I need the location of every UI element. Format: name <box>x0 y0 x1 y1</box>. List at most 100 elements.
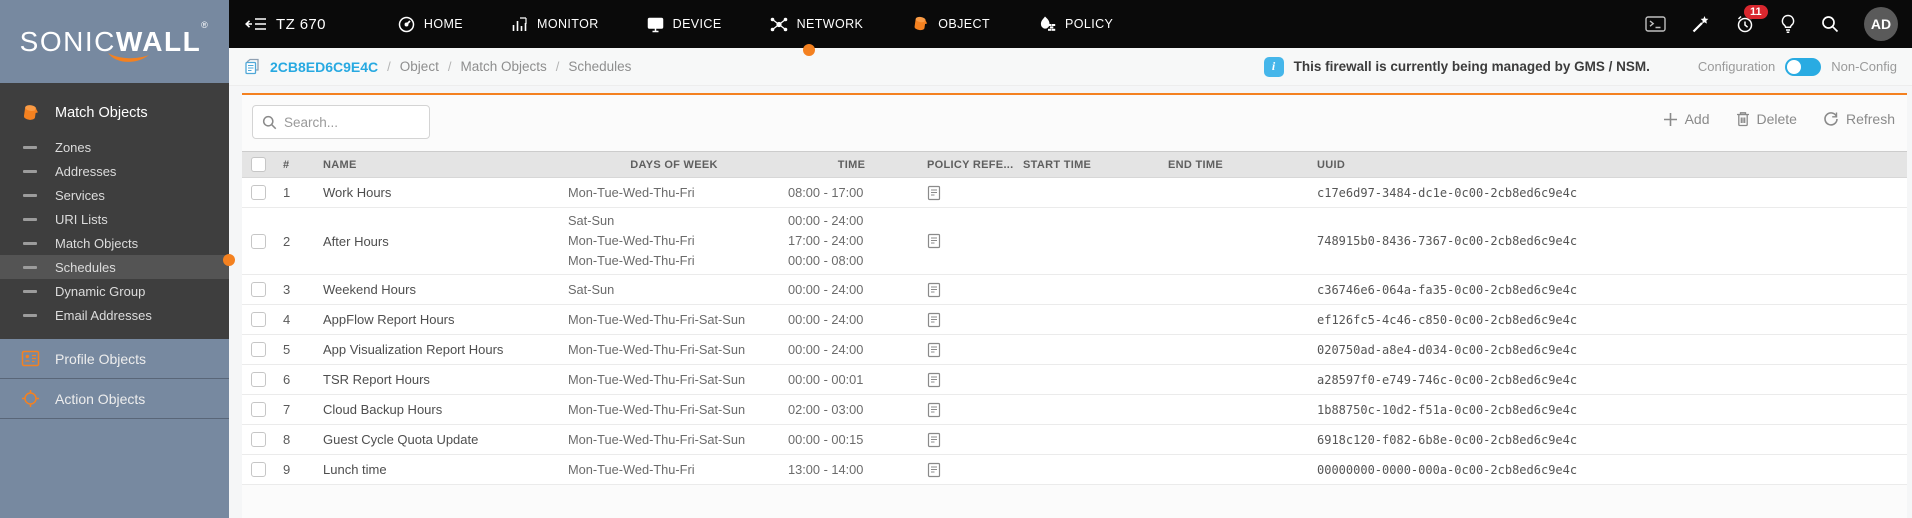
dash-icon <box>23 241 37 245</box>
table-row[interactable]: 9 Lunch time Mon-Tue-Wed-Thu-Fri 13:00 -… <box>242 455 1907 485</box>
magic-wand-icon <box>1692 16 1709 33</box>
sidebar-section-profile-objects[interactable]: Profile Objects <box>0 339 229 379</box>
row-checkbox[interactable] <box>251 402 266 417</box>
table-row[interactable]: 5 App Visualization Report Hours Mon-Tue… <box>242 335 1907 365</box>
nav-home[interactable]: HOME <box>398 15 463 33</box>
notification-badge: 11 <box>1744 5 1768 19</box>
schedule-days: Sat-Sun <box>568 281 615 297</box>
policy-reference-icon[interactable] <box>927 312 941 328</box>
nav-policy[interactable]: POLICY <box>1038 15 1113 33</box>
schedule-time: 13:00 - 14:00 <box>788 461 864 477</box>
column-header-num[interactable]: # <box>278 159 315 171</box>
sidebar-item-label: Services <box>55 187 105 203</box>
sidebar-section-action-objects[interactable]: Action Objects <box>0 379 229 419</box>
table-row[interactable]: 6 TSR Report Hours Mon-Tue-Wed-Thu-Fri-S… <box>242 365 1907 395</box>
dash-icon <box>23 193 37 197</box>
nav-object[interactable]: OBJECT <box>911 15 990 33</box>
firewall-device-icon <box>245 58 259 75</box>
nav-device[interactable]: DEVICE <box>647 15 722 33</box>
row-checkbox[interactable] <box>251 185 266 200</box>
column-header-days[interactable]: DAYS OF WEEK <box>560 159 780 171</box>
sidebar-item-label: URI Lists <box>55 211 108 227</box>
table-toolbar: Add Delete Refresh <box>242 95 1907 151</box>
search-button[interactable] <box>1821 15 1839 33</box>
column-header-start-time[interactable]: START TIME <box>1015 159 1160 171</box>
policy-reference-icon[interactable] <box>927 185 941 201</box>
sidebar-item-label: Zones <box>55 139 92 155</box>
terminal-button[interactable] <box>1645 16 1666 32</box>
breadcrumb-device[interactable]: 2CB8ED6C9E4C <box>270 59 378 75</box>
table-row[interactable]: 3 Weekend Hours Sat-Sun 00:00 - 24:00 c3… <box>242 275 1907 305</box>
policy-reference-icon[interactable] <box>927 432 941 448</box>
policy-reference-icon[interactable] <box>927 282 941 298</box>
schedule-time: 00:00 - 00:15 <box>788 431 864 447</box>
table-row[interactable]: 1 Work Hours Mon-Tue-Wed-Thu-Fri 08:00 -… <box>242 178 1907 208</box>
column-header-end-time[interactable]: END TIME <box>1160 159 1305 171</box>
row-checkbox[interactable] <box>251 462 266 477</box>
table-row[interactable]: 4 AppFlow Report Hours Mon-Tue-Wed-Thu-F… <box>242 305 1907 335</box>
row-checkbox[interactable] <box>251 432 266 447</box>
device-model-label[interactable]: TZ 670 <box>276 16 326 33</box>
policy-reference-icon[interactable] <box>927 233 941 249</box>
table-row[interactable]: 2 After Hours Sat-Sun Mon-Tue-Wed-Thu-Fri… <box>242 208 1907 275</box>
table-row[interactable]: 7 Cloud Backup Hours Mon-Tue-Wed-Thu-Fri… <box>242 395 1907 425</box>
sidebar-item-zones[interactable]: Zones <box>0 135 229 159</box>
refresh-button[interactable]: Refresh <box>1823 111 1895 127</box>
row-number: 5 <box>283 342 291 357</box>
search-input[interactable] <box>284 114 414 130</box>
nav-monitor[interactable]: MONITOR <box>511 15 599 33</box>
schedule-uuid: 00000000-0000-000a-0c00-2cb8ed6c9e4c <box>1317 462 1578 477</box>
select-all-checkbox[interactable] <box>251 157 266 172</box>
row-checkbox[interactable] <box>251 233 266 249</box>
breadcrumb-segment-match-objects[interactable]: Match Objects <box>460 59 546 74</box>
add-button-label: Add <box>1684 111 1710 127</box>
back-menu-icon <box>245 18 266 30</box>
sidebar-bottom-sections: Profile Objects Action Objects <box>0 339 229 419</box>
policy-reference-icon[interactable] <box>927 402 941 418</box>
sidebar-item-services[interactable]: Services <box>0 183 229 207</box>
sidebar-item-addresses[interactable]: Addresses <box>0 159 229 183</box>
policy-reference-icon[interactable] <box>927 462 941 478</box>
column-header-uuid[interactable]: UUID <box>1305 159 1907 171</box>
wizard-button[interactable] <box>1691 15 1710 33</box>
nav-label: OBJECT <box>938 17 990 31</box>
notifications-button[interactable]: 11 <box>1735 5 1768 34</box>
row-checkbox[interactable] <box>251 342 266 357</box>
user-avatar[interactable]: AD <box>1864 7 1898 41</box>
search-box[interactable] <box>252 105 430 139</box>
row-checkbox[interactable] <box>251 282 266 297</box>
schedule-time: 00:00 - 00:01 <box>788 371 864 387</box>
schedule-name: Weekend Hours <box>323 282 416 297</box>
table-header: # NAME DAYS OF WEEK TIME POLICY REFE... … <box>242 151 1907 178</box>
policy-reference-icon[interactable] <box>927 342 941 358</box>
sidebar-item-match-objects[interactable]: Match Objects <box>0 231 229 255</box>
column-header-name[interactable]: NAME <box>315 159 560 171</box>
tips-button[interactable] <box>1780 14 1796 34</box>
monitor-icon <box>647 17 663 32</box>
schedule-days: Mon-Tue-Wed-Thu-Fri-Sat-Sun <box>568 431 746 447</box>
search-icon <box>1822 16 1839 33</box>
add-button[interactable]: Add <box>1663 111 1710 127</box>
policy-reference-icon[interactable] <box>927 372 941 388</box>
breadcrumb-segment-schedules[interactable]: Schedules <box>568 59 631 74</box>
row-checkbox[interactable] <box>251 312 266 327</box>
column-header-time[interactable]: TIME <box>780 159 915 171</box>
sidebar-item-uri-lists[interactable]: URI Lists <box>0 207 229 231</box>
sidebar-item-schedules[interactable]: Schedules <box>0 255 229 279</box>
collapse-nav-button[interactable]: TZ 670 <box>245 16 326 33</box>
schedule-time: 08:00 - 17:00 <box>788 184 864 200</box>
schedule-name: Lunch time <box>323 462 387 477</box>
sidebar-item-email-addresses[interactable]: Email Addresses <box>0 303 229 327</box>
delete-button[interactable]: Delete <box>1736 111 1797 127</box>
config-mode-toggle[interactable] <box>1785 57 1822 76</box>
sidebar-item-dynamic-group[interactable]: Dynamic Group <box>0 279 229 303</box>
table-row[interactable]: 8 Guest Cycle Quota Update Mon-Tue-Wed-T… <box>242 425 1907 455</box>
dash-icon <box>23 145 37 149</box>
row-checkbox[interactable] <box>251 372 266 387</box>
dash-icon <box>23 169 37 173</box>
nav-network[interactable]: NETWORK <box>770 15 864 33</box>
schedule-time: 00:00 - 24:00 <box>788 281 864 297</box>
breadcrumb-segment-object[interactable]: Object <box>400 59 439 74</box>
column-header-policy-ref[interactable]: POLICY REFE... <box>915 159 1015 171</box>
refresh-button-label: Refresh <box>1845 111 1895 127</box>
